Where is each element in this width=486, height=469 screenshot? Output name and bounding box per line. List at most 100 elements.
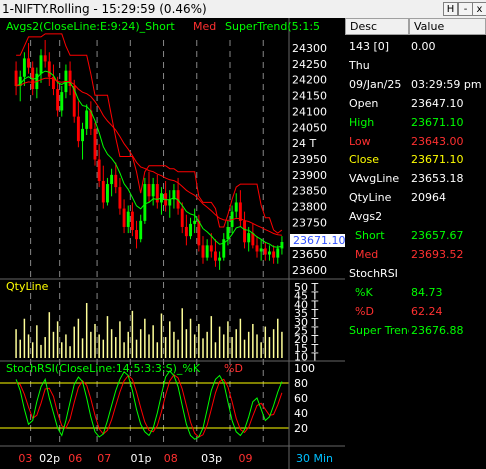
candle-body — [81, 128, 84, 142]
data-row: Close 23671.10 — [345, 151, 486, 169]
candle-body — [147, 184, 151, 197]
data-row: %K 84.73 — [345, 284, 486, 302]
stoch-tick-label: 60 — [294, 392, 308, 405]
candle-body — [255, 245, 259, 252]
date-tick-label: 07 — [97, 452, 111, 465]
candle-body — [122, 208, 126, 227]
data-row: High 23671.10 — [345, 114, 486, 132]
candle-body — [143, 184, 147, 221]
data-row-label: 143 [0] — [349, 40, 390, 53]
axis-labels: 24300 24250 24200 24150 24100 24050 24 T 23950 2… — [18, 42, 327, 465]
price-tick-label: 23850 — [292, 185, 327, 198]
price-tick-label: 23750 — [292, 216, 327, 229]
data-row-label: QtyLine — [349, 191, 392, 205]
data-row: Low 23643.00 — [345, 133, 486, 151]
price-tick-label: 24050 — [292, 121, 327, 134]
price-tick-label: 24150 — [292, 90, 327, 103]
candle-body — [101, 180, 105, 203]
price-tick-label: 24200 — [292, 74, 327, 87]
data-row-value: 84.73 — [411, 285, 443, 299]
close-button[interactable]: x — [472, 2, 486, 16]
data-row-value: 23693.52 — [411, 247, 464, 261]
candle-body — [76, 116, 80, 142]
candle-body — [276, 248, 280, 258]
stoch-tick-label: 20 — [294, 422, 308, 435]
date-tick-label: 03 — [18, 452, 32, 465]
data-row-value: 23657.67 — [411, 229, 464, 242]
med-avg-line — [16, 77, 282, 236]
candle-body — [234, 202, 238, 212]
candle-body — [106, 184, 109, 203]
candle-body — [218, 257, 222, 261]
candle-body — [14, 70, 18, 86]
data-row-label: 09/Jan/25 — [349, 77, 402, 91]
candle-body — [201, 245, 205, 258]
data-row-label: Med — [355, 247, 379, 261]
short-avg-line — [15, 70, 283, 248]
price-tick-label: 23800 — [292, 201, 327, 214]
candle-body — [60, 92, 64, 111]
chart-area[interactable]: 24300 24250 24200 24150 24100 24050 24 T 23950 2… — [0, 18, 345, 469]
data-row-label: Low — [349, 134, 371, 148]
candle-body — [247, 233, 251, 243]
candle-body — [168, 199, 172, 206]
candle-body — [259, 248, 263, 252]
data-row-label: %K — [355, 285, 373, 299]
data-row-value: 23671.10 — [411, 115, 464, 129]
price-chart[interactable]: 24300 24250 24200 24150 24100 24050 24 T 23950 2… — [0, 18, 345, 469]
data-row: QtyLine 20964 — [345, 189, 486, 207]
data-row-label: High — [349, 115, 375, 129]
data-row: VAvgLine 23653.18 — [345, 170, 486, 188]
candle-body — [135, 230, 138, 240]
data-row-label: %D — [355, 304, 374, 318]
price-tick-label: 24 T — [292, 137, 316, 150]
candle-body — [97, 159, 101, 181]
candle-body — [209, 245, 213, 252]
data-row: 09/Jan/25 03:29:59 pm — [345, 76, 486, 94]
data-row: Short 23657.67 — [345, 227, 486, 245]
legend-med: Med — [193, 20, 216, 33]
candle-body — [263, 248, 267, 255]
volume-panel — [15, 303, 283, 358]
candle-body — [85, 110, 89, 129]
candle-body — [114, 174, 118, 188]
stoch-d-label: %D — [224, 362, 243, 375]
candle-body — [272, 251, 276, 258]
candle-body — [39, 55, 43, 74]
data-row-value: 23647.10 — [411, 96, 464, 110]
data-row: StochRSI — [345, 265, 486, 283]
candle-body — [130, 211, 134, 231]
data-row-value: 62.24 — [411, 304, 443, 318]
candle-body — [268, 251, 271, 255]
price-tick-label: 24250 — [292, 58, 327, 71]
price-panel — [14, 33, 284, 270]
stoch-panel — [0, 370, 289, 440]
data-row: 143 [0] 0.00 — [345, 38, 486, 56]
price-tick-label: 23600 — [292, 264, 327, 277]
candle-body — [43, 55, 47, 62]
data-row: Thu — [345, 57, 486, 75]
data-window: Desc Value 143 [0] 0.00 Thu 09/Jan/25 03:29:… — [345, 18, 486, 469]
date-tick-label: 06 — [68, 452, 82, 465]
candle-body — [251, 233, 255, 246]
date-tick-label: 01p — [131, 452, 152, 465]
minimize-button[interactable]: - — [458, 2, 473, 16]
date-tick-label: 09 — [239, 452, 253, 465]
data-row-value: 23653.18 — [411, 172, 464, 186]
data-row-value: 0.00 — [411, 40, 436, 53]
help-button[interactable]: H — [443, 2, 458, 16]
data-row-value: 23671.10 — [411, 153, 464, 167]
col-desc-header[interactable]: Desc — [345, 18, 409, 35]
title-bar: 1-NIFTY.Rolling - 15:29:59 (0.46%) H - x — [0, 0, 486, 19]
volume-title: QtyLine — [6, 280, 49, 293]
data-row: %D 62.24 — [345, 303, 486, 321]
data-row-value: 20964 — [411, 191, 446, 205]
data-row-label: Avgs2 — [349, 210, 383, 224]
candle-body — [139, 220, 143, 240]
date-tick-label: 08 — [164, 452, 178, 465]
col-value-header[interactable]: Value — [409, 18, 486, 35]
candle-body — [214, 251, 217, 261]
candle-body — [205, 245, 209, 258]
candle-body — [197, 220, 201, 246]
price-tick-label: 24100 — [292, 105, 327, 118]
